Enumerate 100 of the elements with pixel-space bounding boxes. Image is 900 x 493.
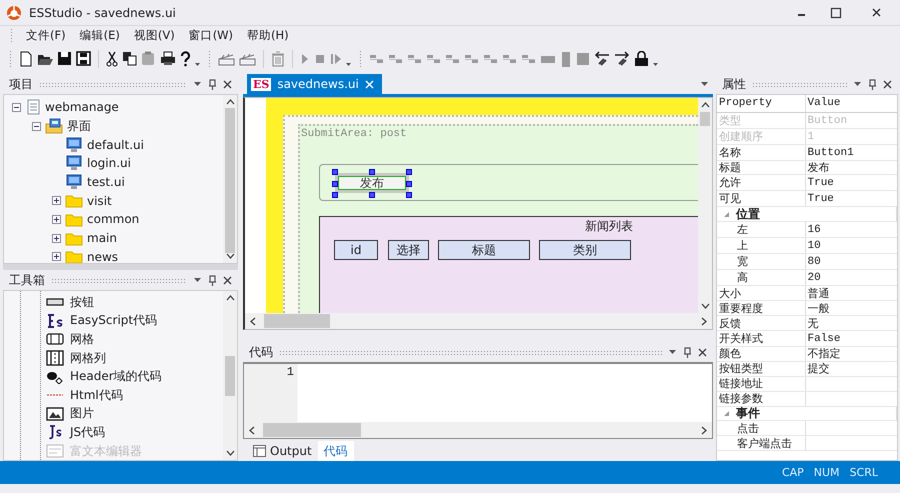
link-arrow-icon[interactable] [614,50,630,66]
expand-icon[interactable] [52,196,61,206]
scroll-left-icon[interactable] [250,316,256,326]
toolbox-item[interactable]: Header域的代码 [70,368,162,386]
property-value[interactable]: 20 [808,272,821,284]
copy-icon[interactable] [122,51,137,66]
clapper-icon[interactable] [218,52,235,66]
pin-icon[interactable] [208,78,217,90]
vertical-scrollbar[interactable] [223,291,237,460]
toolbox-item[interactable]: 网格 [70,330,94,348]
close-icon[interactable] [223,276,232,284]
pin-icon[interactable] [868,78,877,90]
save-all-icon[interactable] [76,51,91,66]
property-value[interactable]: True [808,193,834,206]
vertical-scrollbar[interactable] [223,95,237,263]
toolbox-item[interactable]: JS代码 [70,424,106,441]
toolbox-item[interactable]: Html代码 [70,386,123,404]
tree-item[interactable]: default.ui [87,138,144,152]
clapper-icon[interactable] [239,52,256,66]
link-arrow-icon[interactable] [594,50,610,66]
tree-item[interactable]: news [87,250,118,263]
property-name: 开关样式 [719,332,763,345]
close-icon[interactable] [698,348,707,356]
close-icon[interactable] [872,8,881,17]
tree-item[interactable]: webmanage [45,100,119,114]
dropdown-icon[interactable] [193,81,202,87]
dropdown-icon[interactable] [193,277,202,283]
toolbox-item[interactable]: 图片 [70,405,94,422]
property-value[interactable]: 16 [808,224,821,236]
panel-tab[interactable]: Output [247,441,318,462]
toolbox-item[interactable]: EasyScript代码 [70,312,158,330]
expand-icon[interactable] [52,214,61,224]
dropdown-icon[interactable] [668,349,677,355]
tree-item[interactable]: common [87,212,140,226]
scrollbar-thumb[interactable] [263,423,361,438]
resize-handle[interactable] [369,192,375,198]
property-value[interactable]: True [808,177,834,190]
scroll-right-icon[interactable] [701,426,707,435]
tree-item[interactable]: login.ui [87,156,131,170]
toolbox-item[interactable]: 按钮 [70,294,94,311]
menu-item[interactable]: 帮助(H) [240,28,296,43]
scroll-down-icon[interactable] [226,253,234,259]
monitor-icon [65,155,83,172]
scroll-up-icon[interactable] [226,99,234,105]
scrollbar-thumb[interactable] [264,314,330,328]
horizontal-scrollbar[interactable] [244,422,712,438]
code-editor[interactable]: 1 [243,362,713,440]
dropdown-icon[interactable] [853,81,862,87]
menu-item[interactable]: 文件(F) [19,28,73,43]
collapse-icon[interactable] [12,102,21,112]
pin-icon[interactable] [208,274,217,286]
property-value[interactable]: 提交 [808,362,830,376]
close-icon[interactable] [883,80,892,88]
menu-item[interactable]: 窗口(W) [182,28,240,43]
property-name: 允许 [719,176,741,190]
expand-icon[interactable] [52,234,61,243]
tree-item[interactable]: main [87,231,117,246]
property-name: 可见 [719,192,741,206]
scroll-up-icon[interactable] [700,102,710,108]
document-tab[interactable]: ES savednews.ui [247,74,382,94]
scroll-left-icon[interactable] [249,426,255,435]
tree-item[interactable]: 界面 [67,118,91,135]
script-icon [46,314,64,328]
property-value[interactable]: Button1 [808,146,854,158]
tree-item[interactable]: test.ui [87,175,125,190]
scrollbar-thumb[interactable] [225,356,235,396]
property-value[interactable]: 普通 [808,286,830,300]
property-value[interactable]: 发布 [808,160,830,174]
menu-item[interactable]: 视图(V) [126,28,182,43]
form-button[interactable]: 发布 [335,173,409,193]
scroll-up-icon[interactable] [226,295,234,301]
save-icon[interactable] [57,51,72,66]
lock-icon[interactable] [634,51,649,66]
menu-item[interactable]: 编辑(E) [72,28,127,43]
panel-title: 项目 [9,76,33,92]
resize-handle[interactable] [369,169,375,175]
help-icon[interactable] [180,50,191,66]
expand-icon[interactable] [52,252,61,262]
toolbox-item[interactable]: 网格列 [70,350,106,367]
scrollbar-thumb[interactable] [700,112,710,126]
tree-item[interactable]: visit [87,194,112,208]
property-value[interactable]: 80 [808,256,821,268]
new-file-icon[interactable] [19,50,33,66]
printer-icon[interactable] [160,51,176,66]
property-value[interactable]: 不指定 [808,347,840,360]
dropdown-icon[interactable] [700,81,709,87]
scrollbar-thumb[interactable] [225,108,235,253]
scroll-down-icon[interactable] [700,303,710,309]
collapse-icon[interactable] [32,122,41,131]
scissors-icon[interactable] [106,50,118,66]
property-value[interactable]: 无 [808,316,818,330]
folder-icon [65,212,83,227]
property-value[interactable]: False [808,332,841,345]
property-value[interactable]: 一般 [808,302,830,315]
scroll-right-icon[interactable] [701,316,707,326]
panel-tab[interactable]: 代码 [318,441,354,462]
pin-icon[interactable] [683,346,692,358]
close-icon[interactable] [223,80,232,88]
scroll-down-icon[interactable] [226,450,234,456]
property-value[interactable]: 10 [808,240,821,252]
